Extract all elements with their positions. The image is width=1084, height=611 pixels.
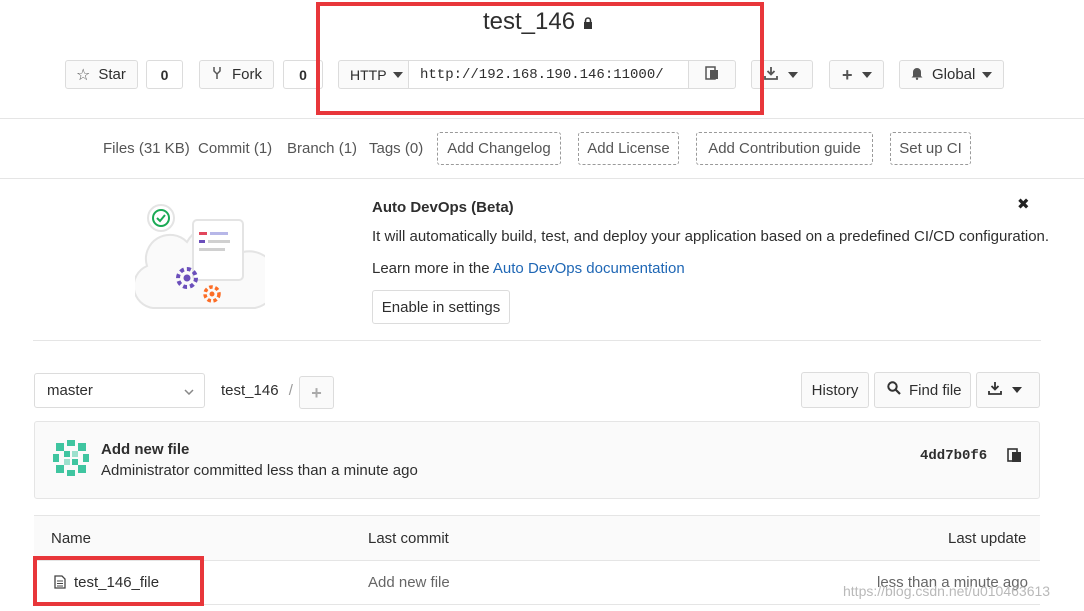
- chevron-down-icon: [861, 71, 872, 78]
- plus-icon: +: [842, 64, 853, 85]
- breadcrumb: test_146 /: [221, 382, 293, 399]
- plus-icon: +: [311, 382, 322, 403]
- last-commit-panel: [34, 421, 1040, 499]
- history-button[interactable]: History: [801, 372, 869, 408]
- chevron-down-icon: [1012, 387, 1022, 393]
- breadcrumb-separator: /: [288, 382, 293, 399]
- commit-author-line: Administrator committed less than a minu…: [101, 462, 418, 479]
- fork-label: Fork: [232, 66, 262, 83]
- commit-message[interactable]: Add new file: [101, 441, 189, 458]
- chevron-down-icon: [184, 382, 194, 399]
- watermark: https://blog.csdn.net/u010463613: [843, 583, 1051, 599]
- new-item-dropdown[interactable]: +: [829, 60, 884, 89]
- close-icon[interactable]: ✖: [1017, 195, 1030, 213]
- notification-dropdown[interactable]: Global: [899, 60, 1004, 89]
- learn-more-prefix: Learn more in the: [372, 260, 493, 277]
- devops-docs-link[interactable]: Auto DevOps documentation: [493, 260, 685, 277]
- find-file-label: Find file: [909, 381, 962, 399]
- chevron-down-icon: [982, 71, 993, 78]
- devops-learn-more: Learn more in the Auto DevOps documentat…: [372, 260, 685, 277]
- stat-commits[interactable]: Commit (1): [198, 140, 272, 157]
- download-icon: [988, 381, 1002, 399]
- highlight-clone-box: [316, 2, 764, 115]
- devops-illustration: [132, 196, 279, 318]
- chevron-down-icon: [788, 71, 798, 78]
- column-name: Name: [51, 530, 92, 547]
- stats-divider: [0, 178, 1084, 179]
- enable-in-settings-button[interactable]: Enable in settings: [372, 290, 510, 324]
- stat-files[interactable]: Files (31 KB): [103, 140, 190, 157]
- star-count[interactable]: 0: [146, 60, 183, 89]
- devops-description: It will automatically build, test, and d…: [372, 228, 1050, 245]
- banner-divider: [33, 340, 1041, 341]
- file-last-commit[interactable]: Add new file: [368, 574, 450, 591]
- clipboard-icon[interactable]: [1007, 447, 1022, 467]
- star-label: Star: [98, 66, 126, 83]
- find-file-button[interactable]: Find file: [874, 372, 971, 408]
- breadcrumb-project[interactable]: test_146: [221, 382, 279, 399]
- add-changelog-button[interactable]: Add Changelog: [437, 132, 561, 165]
- stat-branches[interactable]: Branch (1): [287, 140, 357, 157]
- fork-button[interactable]: Fork: [199, 60, 274, 89]
- devops-title: Auto DevOps (Beta): [372, 199, 514, 216]
- file-table-header: [34, 515, 1040, 561]
- download-archive-dropdown[interactable]: [976, 372, 1040, 408]
- branch-select[interactable]: master: [34, 373, 205, 408]
- add-license-button[interactable]: Add License: [578, 132, 679, 165]
- download-icon: [764, 66, 778, 84]
- bell-icon: [910, 66, 924, 84]
- commit-sha[interactable]: 4dd7b0f6: [920, 448, 987, 464]
- add-contribution-button[interactable]: Add Contribution guide: [696, 132, 873, 165]
- column-last-update: Last update: [948, 530, 1027, 547]
- star-button[interactable]: ☆ Star: [65, 60, 138, 89]
- highlight-file-box: [33, 556, 204, 606]
- avatar[interactable]: [53, 440, 89, 476]
- header-divider: [0, 118, 1084, 119]
- stat-tags[interactable]: Tags (0): [369, 140, 423, 157]
- branch-name: master: [47, 382, 93, 399]
- add-to-tree-button[interactable]: +: [299, 376, 334, 409]
- column-last-commit: Last commit: [368, 530, 449, 547]
- notification-label: Global: [932, 66, 976, 83]
- star-icon: ☆: [76, 66, 91, 84]
- fork-icon: [212, 66, 222, 84]
- search-icon: [887, 381, 901, 399]
- setup-ci-button[interactable]: Set up CI: [890, 132, 971, 165]
